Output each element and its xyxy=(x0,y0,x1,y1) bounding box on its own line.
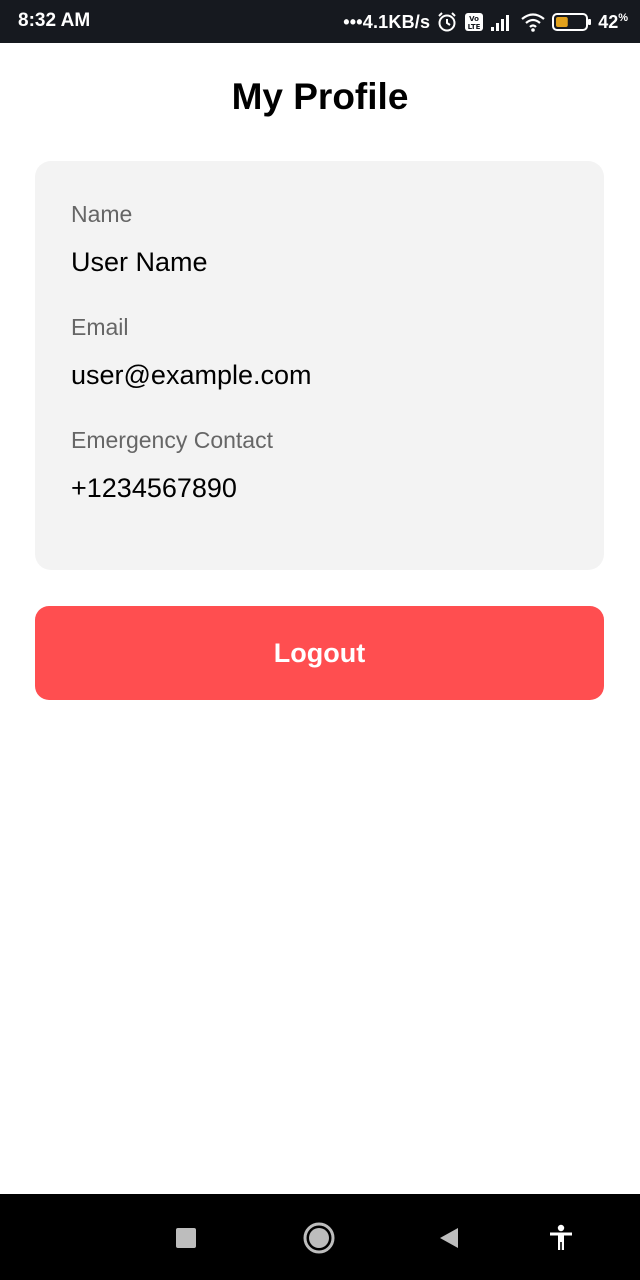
battery-percent: 42% xyxy=(598,11,628,32)
logout-button[interactable]: Logout xyxy=(35,606,604,700)
home-circle-icon[interactable] xyxy=(297,1216,341,1260)
name-label: Name xyxy=(71,201,133,227)
status-bar: 8:32 AM •••4.1KB/s Vo LTE 42% xyxy=(0,0,640,43)
svg-text:LTE: LTE xyxy=(468,23,481,31)
emergency-contact-value: +1234567890 xyxy=(71,473,237,503)
email-value: user@example.com xyxy=(71,360,312,390)
status-icons: •••4.1KB/s Vo LTE 42% xyxy=(343,9,628,35)
signal-icon xyxy=(490,12,514,32)
navigation-bar xyxy=(0,1194,640,1280)
recents-square-icon[interactable] xyxy=(164,1216,208,1260)
accessibility-icon[interactable] xyxy=(539,1216,583,1260)
battery-icon xyxy=(552,12,592,32)
email-label: Email xyxy=(71,314,129,340)
back-triangle-icon[interactable] xyxy=(427,1216,471,1260)
network-speed: •••4.1KB/s xyxy=(343,11,431,32)
wifi-icon xyxy=(520,11,546,33)
page-title: My Profile xyxy=(231,76,409,117)
status-time: 8:32 AM xyxy=(18,10,91,31)
emergency-contact-label: Emergency Contact xyxy=(71,427,273,453)
alarm-icon xyxy=(436,11,458,33)
volte-icon: Vo LTE xyxy=(464,12,484,32)
svg-text:Vo: Vo xyxy=(469,15,479,23)
profile-card: Name User Name Email user@example.com Em… xyxy=(35,161,604,570)
name-value: User Name xyxy=(71,247,208,277)
